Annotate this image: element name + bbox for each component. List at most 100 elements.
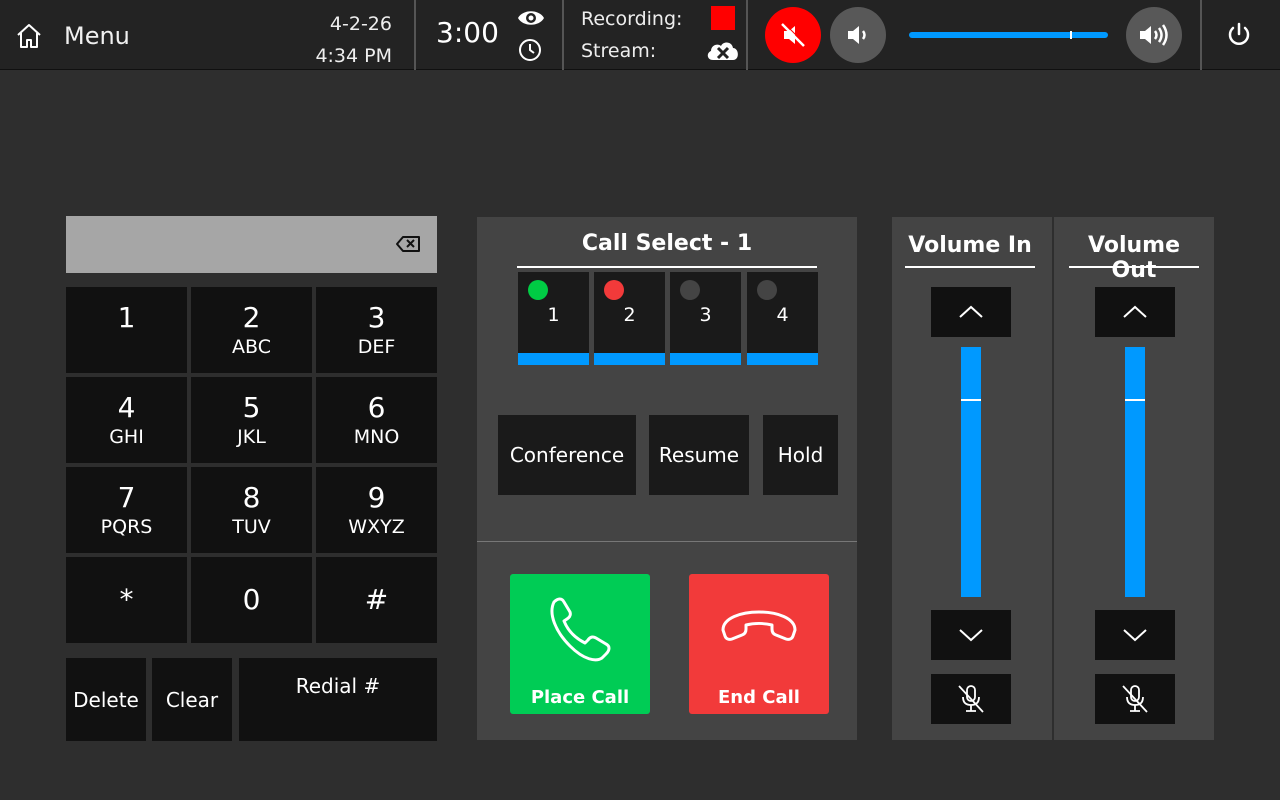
line-select-bar <box>518 353 589 365</box>
backspace-icon[interactable] <box>394 230 422 258</box>
top-bar: Menu 4-2-26 4:34 PM 3:00 Recording: Stre… <box>0 0 1280 70</box>
power-icon <box>1228 22 1250 45</box>
key-digit: 9 <box>367 481 386 514</box>
keypad-key[interactable]: 5 JKL <box>191 377 312 463</box>
chevron-down-icon <box>1123 629 1147 642</box>
key-digit: 7 <box>117 481 136 514</box>
keypad-key[interactable]: 0 <box>191 557 312 643</box>
keypad-key[interactable]: 8 TUV <box>191 467 312 553</box>
divider <box>562 0 564 70</box>
menu-button[interactable]: Menu <box>14 18 134 54</box>
recording-label: Recording: <box>581 8 683 30</box>
chevron-up-icon <box>1123 305 1147 318</box>
key-digit: 8 <box>242 481 261 514</box>
key-digit: 1 <box>117 301 136 334</box>
call-line-button[interactable]: 2 <box>594 272 665 365</box>
divider <box>414 0 416 70</box>
key-digit: 0 <box>242 583 261 616</box>
key-letters: ABC <box>232 336 271 358</box>
eye-icon[interactable] <box>516 6 546 30</box>
resume-button[interactable]: Resume <box>649 415 749 495</box>
cloud-off-icon[interactable] <box>704 36 742 64</box>
divider <box>1052 217 1054 740</box>
end-call-button[interactable]: End Call <box>689 574 829 714</box>
keypad-key[interactable]: 4 GHI <box>66 377 187 463</box>
volume-out-title: Volume Out <box>1088 233 1180 283</box>
call-line-button[interactable]: 4 <box>747 272 818 365</box>
key-digit: 5 <box>242 391 261 424</box>
mic-off-icon <box>1122 685 1148 713</box>
conference-button[interactable]: Conference <box>498 415 636 495</box>
volume-up-icon <box>1140 24 1168 46</box>
keypad-key[interactable]: # <box>316 557 437 643</box>
keypad-key[interactable]: * <box>66 557 187 643</box>
hang-up-icon <box>721 610 797 641</box>
master-volume-slider[interactable] <box>909 31 1108 39</box>
key-digit: 6 <box>367 391 386 424</box>
volume-out-slider[interactable] <box>1125 347 1145 597</box>
recording-status-indicator[interactable] <box>711 6 735 30</box>
keypad-key[interactable]: 3 DEF <box>316 287 437 373</box>
title-underline <box>517 266 817 268</box>
line-number: 3 <box>699 304 712 326</box>
volume-in-down-button[interactable] <box>931 610 1011 660</box>
place-call-button[interactable]: Place Call <box>510 574 650 714</box>
line-status-indicator <box>528 280 548 300</box>
keypad-key[interactable]: 1 <box>66 287 187 373</box>
key-letters: MNO <box>353 426 400 448</box>
volume-in-slider[interactable] <box>961 347 981 597</box>
key-letters: PQRS <box>100 516 153 538</box>
key-letters: WXYZ <box>348 516 405 538</box>
volume-down-button[interactable] <box>830 7 886 63</box>
power-button[interactable] <box>1222 18 1256 52</box>
master-volume-thumb[interactable] <box>1070 31 1072 39</box>
date-time: 4-2-26 4:34 PM <box>300 8 392 72</box>
keypad-key[interactable]: 2 ABC <box>191 287 312 373</box>
call-line-button[interactable]: 3 <box>670 272 741 365</box>
line-select-bar <box>594 353 665 365</box>
keypad-key[interactable]: 7 PQRS <box>66 467 187 553</box>
volume-in-mute-button[interactable] <box>931 674 1011 724</box>
panel-divider <box>477 541 857 542</box>
title-underline <box>905 266 1035 268</box>
volume-in-up-button[interactable] <box>931 287 1011 337</box>
volume-out-thumb[interactable] <box>1125 399 1145 401</box>
key-digit: 4 <box>117 391 136 424</box>
divider <box>746 0 748 70</box>
end-call-label: End Call <box>718 687 800 708</box>
volume-out-mute-button[interactable] <box>1095 674 1175 724</box>
line-status-indicator <box>604 280 624 300</box>
volume-panel: Volume In Volume Out <box>892 217 1214 740</box>
call-line-button[interactable]: 1 <box>518 272 589 365</box>
home-icon <box>17 24 41 48</box>
session-timer: 3:00 <box>436 16 499 49</box>
line-select-bar <box>747 353 818 365</box>
key-digit: # <box>364 583 389 616</box>
volume-down-icon <box>848 26 866 44</box>
key-letters: GHI <box>109 426 144 448</box>
line-number: 2 <box>623 304 636 326</box>
redial-button[interactable]: Redial # <box>239 658 437 741</box>
call-select-panel: Call Select - 1 1 2 3 4 Conference Resume H… <box>477 217 857 740</box>
delete-button[interactable]: Delete <box>66 658 146 741</box>
master-mute-button[interactable] <box>765 7 821 63</box>
chevron-up-icon <box>959 305 983 318</box>
volume-out-down-button[interactable] <box>1095 610 1175 660</box>
time-text: 4:34 PM <box>315 45 392 67</box>
keypad-key[interactable]: 6 MNO <box>316 377 437 463</box>
clear-button[interactable]: Clear <box>152 658 232 741</box>
place-call-label: Place Call <box>530 687 630 708</box>
divider <box>1200 0 1202 70</box>
volume-in-thumb[interactable] <box>961 399 981 401</box>
line-select-bar <box>670 353 741 365</box>
hold-button[interactable]: Hold <box>763 415 838 495</box>
phone-icon <box>550 597 611 662</box>
speaker-mute-icon <box>781 22 806 47</box>
line-status-indicator <box>680 280 700 300</box>
keypad-key[interactable]: 9 WXYZ <box>316 467 437 553</box>
volume-up-button[interactable] <box>1126 7 1182 63</box>
volume-out-up-button[interactable] <box>1095 287 1175 337</box>
line-status-indicator <box>757 280 777 300</box>
dial-input[interactable] <box>66 216 386 273</box>
clock-icon[interactable] <box>518 38 542 62</box>
